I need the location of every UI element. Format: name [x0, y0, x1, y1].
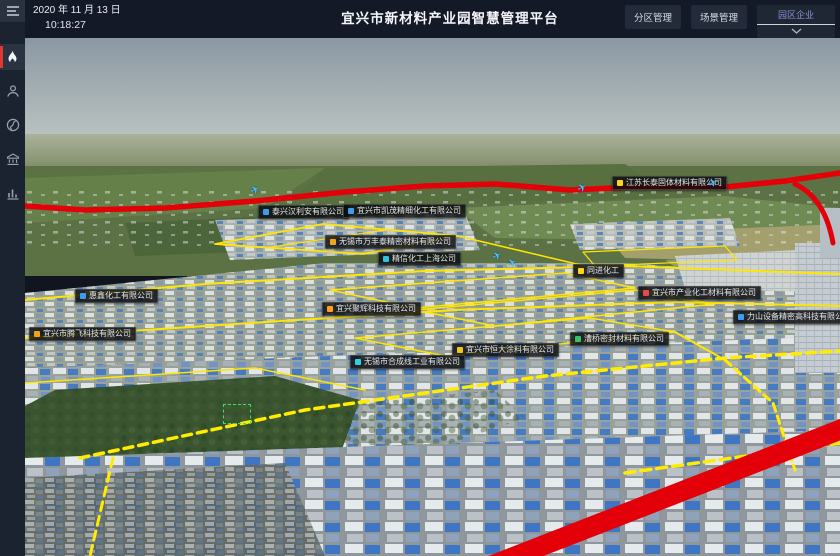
scene-management-button[interactable]: 场景管理	[691, 5, 747, 29]
park-enterprise-dropdown[interactable]: 园区企业	[757, 5, 835, 38]
company-label[interactable]: 宜兴市产业化工材料有限公司	[638, 286, 761, 300]
bank-icon	[6, 152, 20, 166]
company-marker-icon	[263, 209, 269, 215]
header-actions: 分区管理 场景管理 园区企业	[625, 5, 835, 38]
company-label[interactable]: 惠鑫化工有限公司	[75, 289, 158, 303]
page-title: 宜兴市新材料产业园智慧管理平台	[341, 0, 559, 38]
current-date: 2020 年 11 月 13 日	[33, 4, 121, 18]
map-overlay: 泰兴汉利安有限公司 宜兴市凯茂精细化工有限公司无锡市万丰泰精密材料有限公司精信化工…	[25, 38, 840, 556]
sidebar-item-personnel[interactable]	[0, 78, 25, 104]
top-bar: 2020 年 11 月 13 日 10:18:27 宜兴市新材料产业园智慧管理平…	[25, 0, 840, 38]
company-label[interactable]: 宜兴市腾飞科技有限公司	[29, 327, 136, 341]
company-label-text: 无锡市万丰泰精密材料有限公司	[339, 238, 451, 246]
company-label[interactable]: 宜兴市恒大涂料有限公司	[452, 343, 559, 357]
company-label[interactable]: 力山设备精密高科技有限公司	[733, 310, 840, 324]
company-marker-icon	[355, 359, 361, 365]
company-marker-icon	[643, 290, 649, 296]
hamburger-icon	[6, 5, 20, 17]
chevron-down-icon	[757, 25, 835, 38]
company-marker-icon	[457, 347, 463, 353]
company-marker-icon	[617, 180, 623, 186]
dropdown-selected-label: 园区企业	[757, 5, 835, 25]
company-label[interactable]: 无锡市万丰泰精密材料有限公司	[325, 235, 456, 249]
sidebar-item-environment[interactable]	[0, 112, 25, 138]
company-label[interactable]: 宜兴市凯茂精细化工有限公司	[343, 204, 466, 218]
sidebar-item-menu[interactable]	[0, 0, 25, 22]
company-marker-icon	[330, 239, 336, 245]
sidebar-item-statistics[interactable]	[0, 180, 25, 206]
company-label[interactable]: 宜兴聚辉科技有限公司	[322, 302, 421, 316]
company-label-text: 宜兴市腾飞科技有限公司	[43, 330, 131, 338]
map-3d-viewport[interactable]: 泰兴汉利安有限公司 宜兴市凯茂精细化工有限公司无锡市万丰泰精密材料有限公司精信化工…	[25, 38, 840, 556]
company-marker-icon	[80, 293, 86, 299]
company-label-text: 同进化工	[587, 267, 619, 275]
company-label[interactable]: 漕桥密封材料有限公司	[570, 332, 669, 346]
zone-management-button[interactable]: 分区管理	[625, 5, 681, 29]
company-label-text: 宜兴市产业化工材料有限公司	[652, 289, 756, 297]
company-marker-icon	[383, 256, 389, 262]
company-label[interactable]: 无锡市合成线工业有限公司	[350, 355, 465, 369]
aircraft-marker-icon[interactable]: ✈	[248, 182, 262, 198]
company-label-text: 精信化工上海公司	[392, 255, 456, 263]
company-marker-icon	[34, 331, 40, 337]
person-icon	[6, 84, 20, 98]
company-marker-icon	[575, 336, 581, 342]
aircraft-marker-icon[interactable]: ✈	[575, 180, 589, 196]
globe-icon	[6, 118, 20, 132]
company-label[interactable]: 泰兴汉利安有限公司	[258, 205, 349, 219]
icon-sidebar	[0, 0, 25, 556]
company-marker-icon	[578, 268, 584, 274]
company-marker-icon	[348, 208, 354, 214]
aircraft-marker-icon[interactable]: ✈	[505, 255, 519, 271]
sidebar-item-enterprise[interactable]	[0, 146, 25, 172]
company-label-text: 惠鑫化工有限公司	[89, 292, 153, 300]
app-window: 2020 年 11 月 13 日 10:18:27 宜兴市新材料产业园智慧管理平…	[0, 0, 840, 556]
company-marker-icon	[327, 306, 333, 312]
company-label-text: 漕桥密封材料有限公司	[584, 335, 664, 343]
company-label-text: 宜兴聚辉科技有限公司	[336, 305, 416, 313]
aircraft-marker-icon[interactable]: ✈	[490, 248, 504, 264]
company-label-text: 泰兴汉利安有限公司	[272, 208, 344, 216]
company-label[interactable]: 精信化工上海公司	[378, 252, 461, 266]
company-label-text: 宜兴市凯茂精细化工有限公司	[357, 207, 461, 215]
current-time: 10:18:27	[33, 18, 121, 32]
company-label-text: 力山设备精密高科技有限公司	[747, 313, 840, 321]
flame-icon	[6, 50, 19, 65]
bar-chart-icon	[6, 186, 20, 200]
sidebar-item-fire-monitor[interactable]	[0, 44, 25, 70]
company-label-text: 无锡市合成线工业有限公司	[364, 358, 460, 366]
company-marker-icon	[738, 314, 744, 320]
company-label[interactable]: 同进化工	[573, 264, 624, 278]
company-label-text: 宜兴市恒大涂料有限公司	[466, 346, 554, 354]
datetime-block: 2020 年 11 月 13 日 10:18:27	[33, 4, 121, 32]
